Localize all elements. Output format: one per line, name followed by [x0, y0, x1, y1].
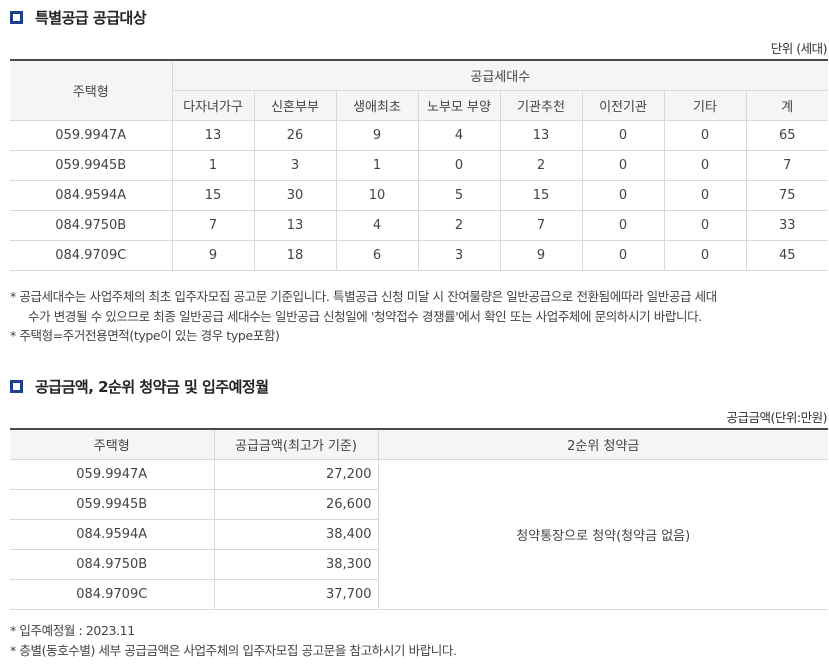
- table-cell: 9: [335, 119, 419, 151]
- table-cell: 0: [663, 209, 747, 241]
- cell-house-type: 059.9947A: [10, 458, 215, 490]
- header-first-time: 생애최초: [335, 89, 419, 121]
- unit-label: 공급금액(단위:만원): [726, 410, 828, 425]
- section-title-text: 특별공급 공급대상: [35, 9, 147, 27]
- cell-house-type: 084.9750B: [10, 548, 215, 580]
- table-cell: 0: [663, 119, 747, 151]
- section-title-special-supply: 특별공급 공급대상: [10, 7, 147, 28]
- table-cell: 18: [253, 239, 337, 271]
- section-title-supply-price: 공급금액, 2순위 청약금 및 입주예정월: [10, 376, 269, 397]
- cell-price: 26,600: [213, 488, 378, 520]
- table-cell: 7: [171, 209, 255, 241]
- cell-price: 38,300: [213, 548, 378, 580]
- table-cell: 0: [581, 149, 665, 181]
- table-row: 059.9945B 1 3 1 0 2 0 0 7: [10, 149, 829, 181]
- table-cell: 3: [417, 239, 501, 271]
- header-other: 기타: [663, 89, 747, 121]
- square-bullet-icon: [10, 11, 23, 24]
- supply-price-table: 주택형 공급금액(최고가 기준) 2순위 청약금 059.9947A 27,20…: [10, 428, 828, 610]
- cell-price: 37,700: [213, 578, 378, 610]
- table-cell: 0: [581, 239, 665, 271]
- header-elderly-parent: 노부모 부양: [417, 89, 501, 121]
- table-cell-total: 65: [745, 119, 829, 151]
- header-multi-child: 다자녀가구: [172, 89, 255, 121]
- table-cell: 0: [417, 149, 501, 181]
- table-cell: 3: [253, 149, 337, 181]
- table-row: 084.9750B 7 13 4 2 7 0 0 33: [10, 209, 829, 241]
- table-cell: 4: [417, 119, 501, 151]
- cell-house-type: 084.9750B: [10, 209, 173, 241]
- header-total: 계: [745, 89, 829, 121]
- cell-house-type: 059.9945B: [10, 149, 173, 181]
- header-second-deposit: 2순위 청약금: [377, 428, 828, 460]
- cell-deposit-info: 청약통장으로 청약(청약금 없음): [377, 458, 828, 610]
- header-supply-count: 공급세대수: [171, 59, 829, 91]
- cell-house-type: 084.9709C: [10, 578, 215, 610]
- table-cell-total: 75: [745, 179, 829, 211]
- note-line: * 주택형=주거전용면적(type이 있는 경우 type포함): [10, 328, 280, 343]
- header-relocation: 이전기관: [581, 89, 665, 121]
- section1-notes: * 공급세대수는 사업주체의 최초 입주자모집 공고문 기준입니다. 특별공급 …: [10, 287, 717, 346]
- square-bullet-icon: [10, 380, 23, 393]
- table-cell: 30: [253, 179, 337, 211]
- table-cell: 13: [171, 119, 255, 151]
- header-supply-price: 공급금액(최고가 기준): [213, 428, 379, 460]
- special-supply-table: 주택형 공급세대수 다자녀가구 신혼부부 생애최초 노부모 부양 기관추천 이전…: [10, 59, 829, 271]
- table-cell: 0: [581, 119, 665, 151]
- table-cell: 13: [499, 119, 583, 151]
- cell-house-type: 059.9947A: [10, 119, 173, 151]
- table-cell: 10: [335, 179, 419, 211]
- table-row: 084.9709C 9 18 6 3 9 0 0 45: [10, 239, 829, 271]
- header-house-type: 주택형: [10, 59, 173, 121]
- table-cell: 5: [417, 179, 501, 211]
- table-cell-total: 33: [745, 209, 829, 241]
- note-line: * 입주예정월 : 2023.11: [10, 623, 135, 638]
- table-cell: 1: [171, 149, 255, 181]
- table-cell: 0: [663, 179, 747, 211]
- table-cell: 7: [499, 209, 583, 241]
- cell-price: 38,400: [213, 518, 378, 550]
- section2-notes: * 입주예정월 : 2023.11 * 층별(동호수별) 세부 공급금액은 사업…: [10, 621, 457, 660]
- table-cell: 4: [335, 209, 419, 241]
- header-newlywed: 신혼부부: [253, 89, 337, 121]
- table-cell: 0: [663, 149, 747, 181]
- cell-price: 27,200: [213, 458, 379, 490]
- unit-label: 단위 (세대): [770, 41, 828, 56]
- table-cell: 2: [417, 209, 501, 241]
- table-cell: 1: [335, 149, 419, 181]
- section-title-text: 공급금액, 2순위 청약금 및 입주예정월: [35, 378, 269, 396]
- cell-house-type: 059.9945B: [10, 488, 215, 520]
- note-line: * 공급세대수는 사업주체의 최초 입주자모집 공고문 기준입니다. 특별공급 …: [10, 289, 717, 304]
- table-cell: 0: [663, 239, 747, 271]
- table-cell: 9: [171, 239, 255, 271]
- header-institution: 기관추천: [499, 89, 583, 121]
- table-cell: 9: [499, 239, 583, 271]
- table-row: 084.9594A 15 30 10 5 15 0 0 75: [10, 179, 829, 211]
- table-cell-total: 45: [745, 239, 829, 271]
- table-cell: 6: [335, 239, 419, 271]
- table-cell: 0: [581, 209, 665, 241]
- table-cell: 13: [253, 209, 337, 241]
- cell-house-type: 084.9594A: [10, 518, 215, 550]
- table-cell: 15: [499, 179, 583, 211]
- header-house-type: 주택형: [10, 428, 215, 460]
- note-line: * 층별(동호수별) 세부 공급금액은 사업주체의 입주자모집 공고문을 참고하…: [10, 642, 457, 658]
- cell-house-type: 084.9594A: [10, 179, 173, 211]
- table-cell-total: 7: [745, 149, 829, 181]
- table-cell: 0: [581, 179, 665, 211]
- table-row: 059.9947A 27,200 청약통장으로 청약(청약금 없음): [10, 458, 828, 610]
- table-cell: 26: [253, 119, 337, 151]
- table-row: 059.9947A 13 26 9 4 13 0 0 65: [10, 119, 829, 151]
- cell-house-type: 084.9709C: [10, 239, 173, 271]
- table-cell: 2: [499, 149, 583, 181]
- table-cell: 15: [171, 179, 255, 211]
- note-line: 수가 변경될 수 있으므로 최종 일반공급 세대수는 일반공급 신청일에 '청약…: [28, 308, 702, 324]
